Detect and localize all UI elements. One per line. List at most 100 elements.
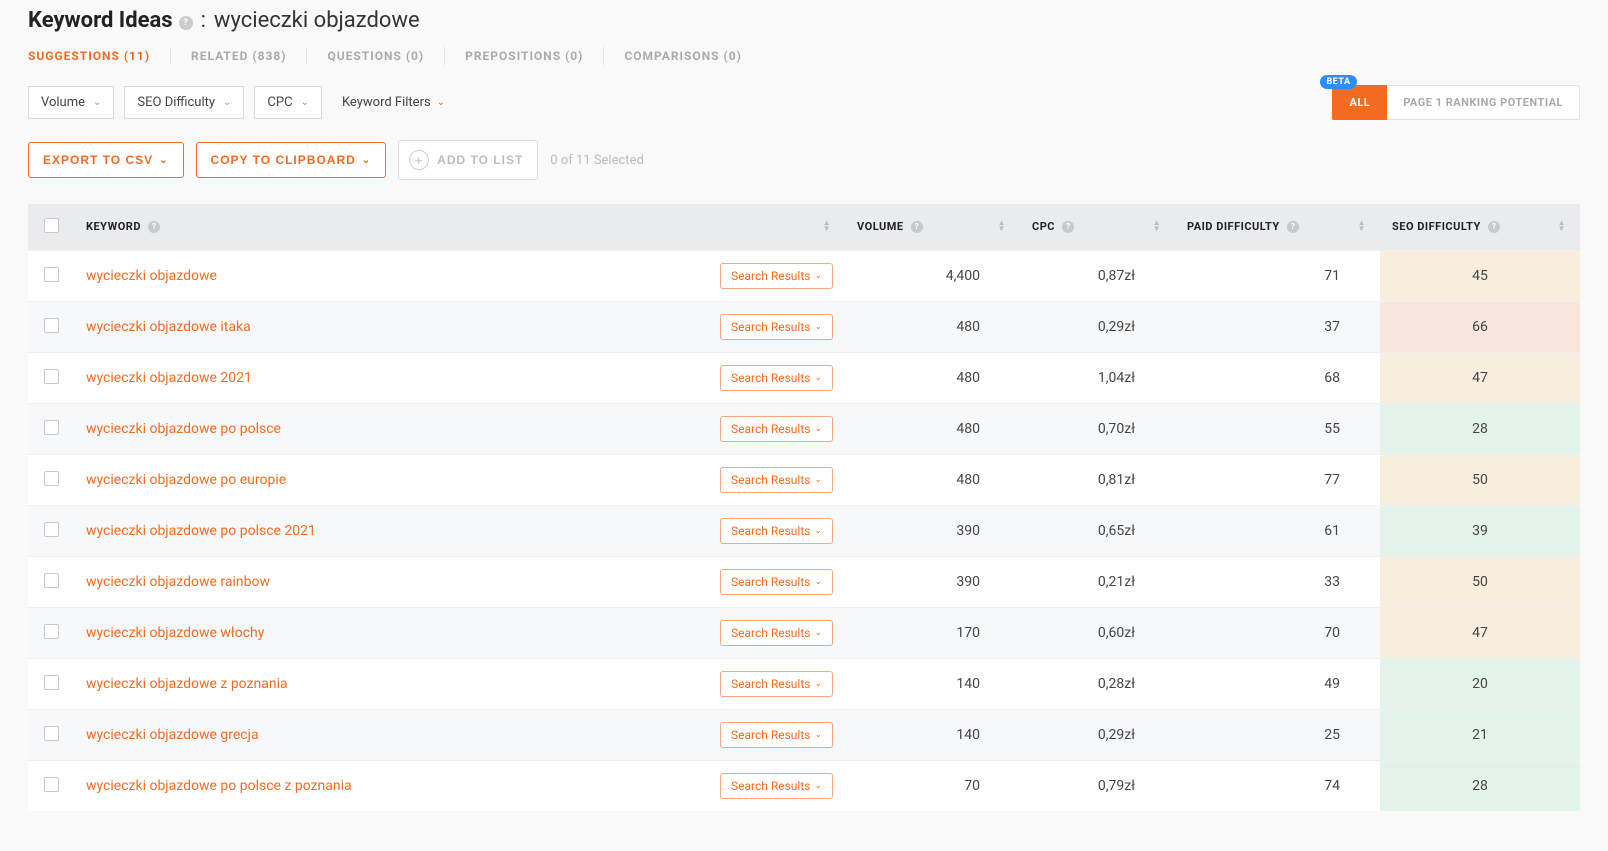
tab-item[interactable]: QUESTIONS (0) bbox=[327, 45, 424, 67]
cpc-filter-label: CPC bbox=[267, 95, 292, 110]
search-results-label: Search Results bbox=[731, 371, 810, 385]
tab-item[interactable]: PREPOSITIONS (0) bbox=[465, 45, 583, 67]
keyword-link[interactable]: wycieczki objazdowe 2021 bbox=[86, 370, 252, 386]
cpc-filter[interactable]: CPC ⌄ bbox=[254, 86, 322, 119]
toggle-ranking-potential[interactable]: PAGE 1 RANKING POTENTIAL bbox=[1387, 85, 1580, 120]
search-results-button[interactable]: Search Results ⌄ bbox=[720, 518, 833, 544]
tab-separator bbox=[170, 47, 171, 65]
keyword-link[interactable]: wycieczki objazdowe po polsce 2021 bbox=[86, 523, 316, 539]
row-checkbox[interactable] bbox=[44, 318, 59, 333]
col-seo[interactable]: SEO DIFFICULTY ? ▲▼ bbox=[1380, 204, 1580, 251]
keyword-link[interactable]: wycieczki objazdowe itaka bbox=[86, 319, 251, 335]
sort-icon[interactable]: ▲▼ bbox=[1153, 220, 1161, 231]
volume-cell: 170 bbox=[845, 608, 1020, 659]
col-keyword[interactable]: KEYWORD ? ▲▼ bbox=[74, 204, 845, 251]
tab-item[interactable]: SUGGESTIONS (11) bbox=[28, 45, 150, 67]
paid-difficulty-cell: 61 bbox=[1175, 506, 1380, 557]
search-results-label: Search Results bbox=[731, 422, 810, 436]
tab-item[interactable]: RELATED (838) bbox=[191, 45, 286, 67]
select-all-checkbox[interactable] bbox=[44, 218, 59, 233]
volume-cell: 140 bbox=[845, 659, 1020, 710]
paid-difficulty-cell: 49 bbox=[1175, 659, 1380, 710]
chevron-down-icon: ⌄ bbox=[814, 577, 822, 587]
sort-icon[interactable]: ▲▼ bbox=[823, 220, 831, 231]
help-icon[interactable]: ? bbox=[148, 221, 160, 233]
chevron-down-icon: ⌄ bbox=[93, 97, 101, 108]
keyword-filters-link[interactable]: Keyword Filters ⌄ bbox=[342, 95, 445, 110]
col-paid[interactable]: PAID DIFFICULTY ? ▲▼ bbox=[1175, 204, 1380, 251]
search-results-label: Search Results bbox=[731, 269, 810, 283]
row-checkbox[interactable] bbox=[44, 624, 59, 639]
search-results-button[interactable]: Search Results ⌄ bbox=[720, 773, 833, 799]
copy-clipboard-button[interactable]: COPY TO CLIPBOARD ⌄ bbox=[196, 142, 387, 178]
row-checkbox[interactable] bbox=[44, 522, 59, 537]
chevron-down-icon: ⌄ bbox=[814, 628, 822, 638]
help-icon[interactable]: ? bbox=[1287, 221, 1299, 233]
sort-icon[interactable]: ▲▼ bbox=[1558, 220, 1566, 231]
copy-clipboard-label: COPY TO CLIPBOARD bbox=[211, 153, 356, 167]
search-results-button[interactable]: Search Results ⌄ bbox=[720, 620, 833, 646]
keyword-link[interactable]: wycieczki objazdowe bbox=[86, 268, 217, 284]
row-checkbox[interactable] bbox=[44, 420, 59, 435]
tab-separator bbox=[603, 47, 604, 65]
table-row: wycieczki objazdowe 2021 Search Results … bbox=[28, 353, 1580, 404]
search-results-button[interactable]: Search Results ⌄ bbox=[720, 416, 833, 442]
help-icon[interactable]: ? bbox=[911, 221, 923, 233]
help-icon[interactable]: ? bbox=[1488, 221, 1500, 233]
search-results-label: Search Results bbox=[731, 626, 810, 640]
seo-difficulty-cell: 28 bbox=[1380, 404, 1580, 455]
search-results-button[interactable]: Search Results ⌄ bbox=[720, 263, 833, 289]
search-results-button[interactable]: Search Results ⌄ bbox=[720, 722, 833, 748]
toggle-all[interactable]: ALL bbox=[1332, 85, 1387, 120]
row-checkbox[interactable] bbox=[44, 726, 59, 741]
table-row: wycieczki objazdowe z poznania Search Re… bbox=[28, 659, 1580, 710]
add-to-list-label: ADD TO LIST bbox=[437, 153, 523, 167]
search-results-button[interactable]: Search Results ⌄ bbox=[720, 365, 833, 391]
chevron-down-icon: ⌄ bbox=[814, 679, 822, 689]
keyword-link[interactable]: wycieczki objazdowe po polsce bbox=[86, 421, 281, 437]
row-checkbox[interactable] bbox=[44, 267, 59, 282]
seo-difficulty-filter[interactable]: SEO Difficulty ⌄ bbox=[124, 86, 244, 119]
sort-icon[interactable]: ▲▼ bbox=[998, 220, 1006, 231]
search-results-button[interactable]: Search Results ⌄ bbox=[720, 671, 833, 697]
volume-filter-label: Volume bbox=[41, 95, 85, 110]
help-icon[interactable]: ? bbox=[179, 16, 193, 30]
volume-cell: 4,400 bbox=[845, 251, 1020, 302]
cpc-cell: 1,04zł bbox=[1020, 353, 1175, 404]
selected-count: 0 of 11 Selected bbox=[550, 153, 643, 168]
seo-difficulty-cell: 66 bbox=[1380, 302, 1580, 353]
actions-row: EXPORT TO CSV ⌄ COPY TO CLIPBOARD ⌄ + AD… bbox=[28, 140, 1580, 180]
paid-difficulty-cell: 25 bbox=[1175, 710, 1380, 761]
search-results-button[interactable]: Search Results ⌄ bbox=[720, 467, 833, 493]
keyword-link[interactable]: wycieczki objazdowe po polsce z poznania bbox=[86, 778, 352, 794]
search-results-button[interactable]: Search Results ⌄ bbox=[720, 569, 833, 595]
export-csv-button[interactable]: EXPORT TO CSV ⌄ bbox=[28, 142, 184, 178]
keyword-link[interactable]: wycieczki objazdowe z poznania bbox=[86, 676, 288, 692]
row-checkbox[interactable] bbox=[44, 675, 59, 690]
col-cpc[interactable]: CPC ? ▲▼ bbox=[1020, 204, 1175, 251]
volume-cell: 390 bbox=[845, 557, 1020, 608]
row-checkbox[interactable] bbox=[44, 471, 59, 486]
row-checkbox[interactable] bbox=[44, 369, 59, 384]
search-results-button[interactable]: Search Results ⌄ bbox=[720, 314, 833, 340]
keyword-link[interactable]: wycieczki objazdowe po europie bbox=[86, 472, 286, 488]
row-checkbox[interactable] bbox=[44, 573, 59, 588]
table-row: wycieczki objazdowe itaka Search Results… bbox=[28, 302, 1580, 353]
keyword-link[interactable]: wycieczki objazdowe rainbow bbox=[86, 574, 270, 590]
keywords-table: KEYWORD ? ▲▼ VOLUME ? ▲▼ CPC ? ▲▼ PAID D… bbox=[28, 204, 1580, 811]
keyword-link[interactable]: wycieczki objazdowe włochy bbox=[86, 625, 264, 641]
col-volume[interactable]: VOLUME ? ▲▼ bbox=[845, 204, 1020, 251]
help-icon[interactable]: ? bbox=[1062, 221, 1074, 233]
volume-cell: 480 bbox=[845, 353, 1020, 404]
chevron-down-icon: ⌄ bbox=[814, 373, 822, 383]
search-results-label: Search Results bbox=[731, 473, 810, 487]
tab-item[interactable]: COMPARISONS (0) bbox=[624, 45, 741, 67]
volume-filter[interactable]: Volume ⌄ bbox=[28, 86, 114, 119]
chevron-down-icon: ⌄ bbox=[814, 781, 822, 791]
seo-difficulty-cell: 39 bbox=[1380, 506, 1580, 557]
add-to-list-button[interactable]: + ADD TO LIST bbox=[398, 140, 538, 180]
row-checkbox[interactable] bbox=[44, 777, 59, 792]
keyword-link[interactable]: wycieczki objazdowe grecja bbox=[86, 727, 259, 743]
sort-icon[interactable]: ▲▼ bbox=[1358, 220, 1366, 231]
paid-difficulty-cell: 68 bbox=[1175, 353, 1380, 404]
